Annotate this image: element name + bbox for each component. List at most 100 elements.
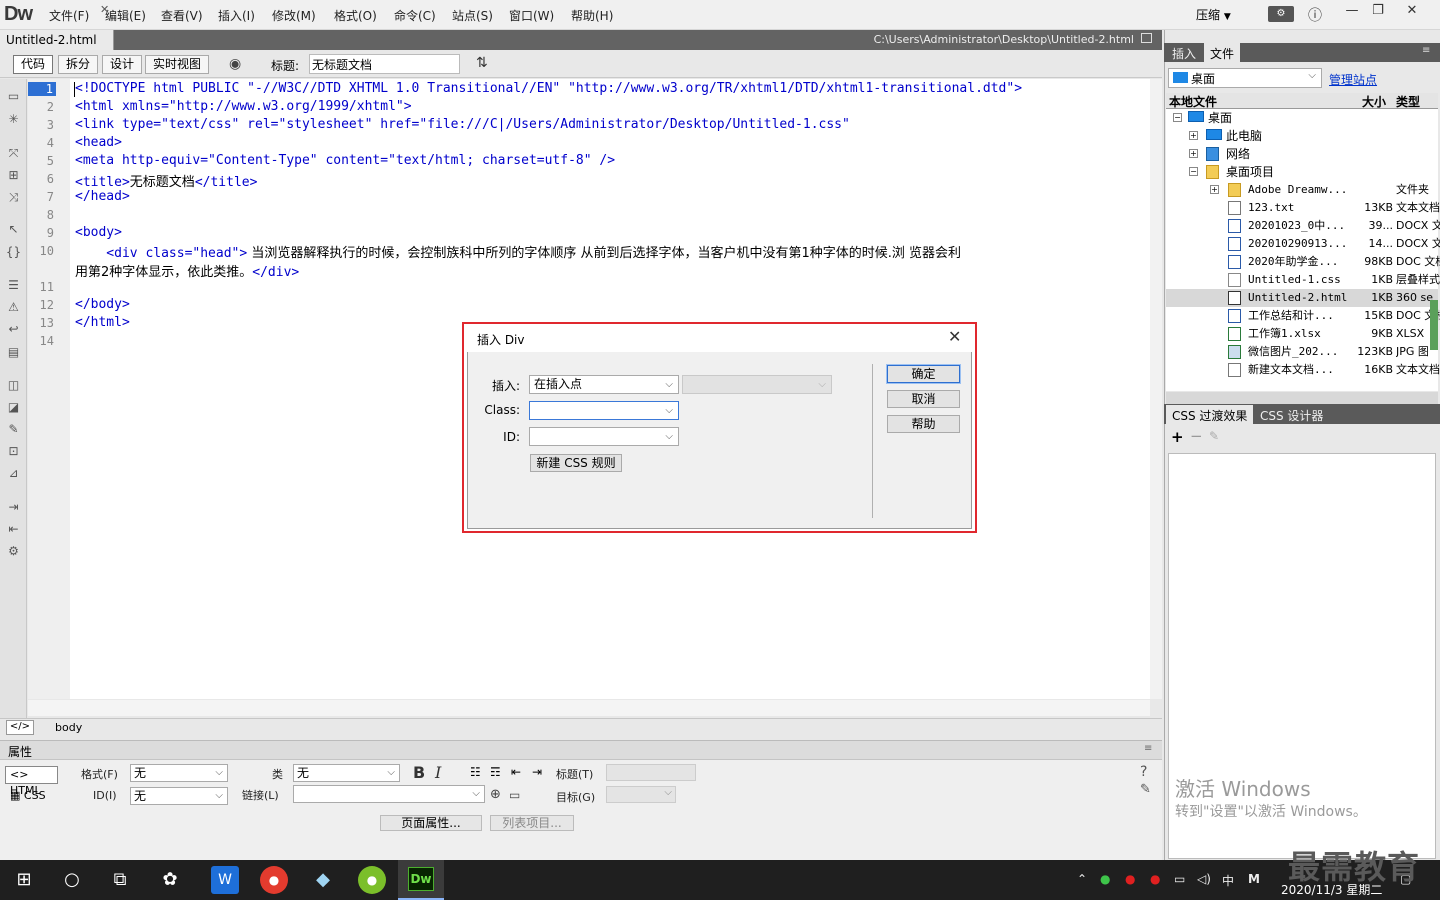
word-wrap-icon[interactable]: ↩	[5, 322, 22, 337]
col-local-files[interactable]: 本地文件	[1169, 93, 1217, 110]
task-view-icon[interactable]: ⧉	[106, 866, 134, 894]
tree-toggle-icon[interactable]: −	[1189, 167, 1198, 176]
view-design-button[interactable]: 设计	[102, 55, 143, 74]
tree-toggle-icon[interactable]: −	[1173, 113, 1182, 122]
indent-icon[interactable]: ⇥	[5, 500, 22, 515]
file-row[interactable]: 2020年助学金... 98KBDOC 文档	[1166, 253, 1440, 271]
list-item-button[interactable]: 列表项目...	[490, 815, 574, 831]
point-to-file-icon[interactable]: ⊕	[490, 787, 501, 802]
new-css-rule-button[interactable]: 新建 CSS 规则	[530, 454, 622, 472]
panel-menu-icon[interactable]: ≡	[1144, 743, 1152, 754]
css-mode-button[interactable]: ▦ CSS	[10, 789, 46, 802]
browse-folder-icon[interactable]: ▭	[509, 788, 520, 802]
recent-snippets-icon[interactable]: ⊡	[5, 444, 22, 459]
workspace-switcher[interactable]: 压缩 ▼	[1196, 6, 1231, 23]
page-properties-button[interactable]: 页面属性...	[380, 815, 482, 831]
italic-button[interactable]: I	[435, 763, 441, 782]
view-code-button[interactable]: 代码	[13, 55, 54, 74]
tag-selector-icon[interactable]: </>	[6, 720, 34, 735]
file-row[interactable]: 123.txt 13KB 文本文档	[1166, 199, 1440, 217]
tree-toggle-icon[interactable]: +	[1189, 149, 1198, 158]
cancel-button[interactable]: 取消	[887, 390, 960, 408]
windows-start-icon[interactable]: ⊞	[10, 866, 38, 894]
volume-icon[interactable]: ◁)	[1197, 872, 1211, 886]
view-split-button[interactable]: 拆分	[58, 55, 99, 74]
tray-chevron-up-icon[interactable]: ⌃	[1077, 872, 1087, 886]
qq-icon[interactable]: ●	[1125, 872, 1135, 886]
file-row[interactable]: − 桌面	[1166, 109, 1438, 127]
file-row[interactable]: 工作簿1.xlsx 9KB XLSX	[1166, 325, 1438, 343]
menu-commands[interactable]: 命令(C)	[394, 7, 436, 24]
qq2-icon[interactable]: ●	[1150, 872, 1160, 886]
editor-horizontal-scrollbar[interactable]	[28, 700, 1150, 716]
tab-insert[interactable]: 插入	[1166, 43, 1202, 62]
target-select[interactable]: ⌵	[606, 786, 676, 803]
close-button[interactable]: ✕	[1396, 0, 1428, 22]
edit-transition-icon[interactable]: ✎	[1209, 429, 1219, 443]
file-row[interactable]: 工作总结和计...15KBDOC 文档	[1166, 307, 1440, 325]
menu-format[interactable]: 格式(O)	[334, 7, 377, 24]
class-select[interactable]: 无 ⌵	[293, 764, 400, 782]
tree-toggle-icon[interactable]: +	[1189, 131, 1198, 140]
insert-target-select[interactable]: ⌵	[682, 375, 832, 394]
dialog-close-icon[interactable]: ✕	[948, 327, 961, 346]
sort-icon[interactable]: ⇅	[476, 55, 488, 71]
search-icon[interactable]: ○	[58, 866, 86, 894]
unordered-list-icon[interactable]: ☷	[470, 765, 481, 779]
indent-text-icon[interactable]: ⇥	[532, 765, 542, 779]
menu-modify[interactable]: 修改(M)	[272, 7, 316, 24]
format-source-icon[interactable]: ⚙	[5, 544, 22, 559]
ordered-list-icon[interactable]: ☶	[490, 765, 501, 779]
tab-css-designer[interactable]: CSS 设计器	[1254, 405, 1329, 424]
id-field[interactable]: ⌵	[529, 427, 679, 446]
highlight-invalid-icon[interactable]: ⚠	[5, 300, 22, 315]
remove-comment-icon[interactable]: ◪	[5, 400, 22, 415]
outdent-text-icon[interactable]: ⇤	[511, 765, 521, 779]
collapse-selection-icon[interactable]: ⊞	[5, 168, 22, 183]
balance-braces-icon[interactable]: {}	[5, 245, 22, 260]
tab-close-icon[interactable]: ✕	[100, 3, 109, 16]
maximize-button[interactable]: ❐	[1362, 0, 1394, 22]
editor-app-icon[interactable]: ◆	[309, 866, 337, 894]
file-tree-scroll-thumb[interactable]	[1430, 300, 1438, 350]
class-field[interactable]: ⌵	[529, 401, 679, 420]
ok-button[interactable]: 确定	[886, 364, 961, 384]
collapse-tag-icon[interactable]: ⤧	[5, 146, 22, 161]
manage-sites-link[interactable]: 管理站点	[1329, 71, 1377, 88]
wrap-tag-icon[interactable]: ✎	[5, 422, 22, 437]
wechat-icon[interactable]: ●	[1100, 872, 1110, 886]
restore-doc-icon[interactable]	[1141, 33, 1152, 43]
info-icon[interactable]: ⓘ	[1308, 5, 1322, 25]
line-numbers-icon[interactable]: ☰	[5, 278, 22, 293]
file-row[interactable]: + 此电脑	[1166, 127, 1438, 145]
tag-selector-body[interactable]: body	[55, 721, 82, 734]
menu-file[interactable]: 文件(F)	[49, 7, 89, 24]
col-type[interactable]: 类型	[1396, 93, 1420, 110]
file-row[interactable]: − 桌面项目	[1166, 163, 1438, 181]
globe-icon[interactable]: ◉	[229, 56, 241, 72]
view-live-button[interactable]: 实时视图	[145, 55, 210, 74]
ime-mode-indicator[interactable]: M	[1248, 872, 1260, 886]
game-app-icon[interactable]: ●	[358, 866, 386, 894]
syntax-color-icon[interactable]: ▤	[5, 345, 22, 360]
bold-button[interactable]: B	[413, 763, 425, 782]
file-row[interactable]: 新建文本文档... 16KB 文本文档	[1166, 361, 1440, 379]
apply-comment-icon[interactable]: ◫	[5, 378, 22, 393]
file-row[interactable]: 20201023_0中... 39... DOCX 文	[1166, 217, 1440, 235]
chrome-icon[interactable]: ●	[260, 866, 288, 894]
tab-files[interactable]: 文件	[1204, 43, 1241, 62]
move-css-icon[interactable]: ⊿	[5, 466, 22, 481]
id-select[interactable]: 无 ⌵	[130, 787, 228, 805]
menu-insert[interactable]: 插入(I)	[218, 7, 255, 24]
edit-rule-icon[interactable]: ✎	[1140, 782, 1151, 797]
document-tab[interactable]: Untitled-2.html	[0, 30, 114, 50]
title-input[interactable]: 无标题文档	[309, 54, 460, 74]
add-transition-button[interactable]: +	[1171, 428, 1184, 446]
menu-view[interactable]: 查看(V)	[161, 7, 203, 24]
editor-vertical-scrollbar[interactable]	[1150, 79, 1162, 699]
sync-settings-icon[interactable]: ⚙	[1268, 6, 1294, 22]
link-input[interactable]: ⌵	[293, 785, 485, 803]
menu-edit[interactable]: 编辑(E)	[105, 7, 146, 24]
col-size[interactable]: 大小	[1362, 93, 1386, 110]
open-document-icon[interactable]: ▭	[5, 89, 22, 104]
